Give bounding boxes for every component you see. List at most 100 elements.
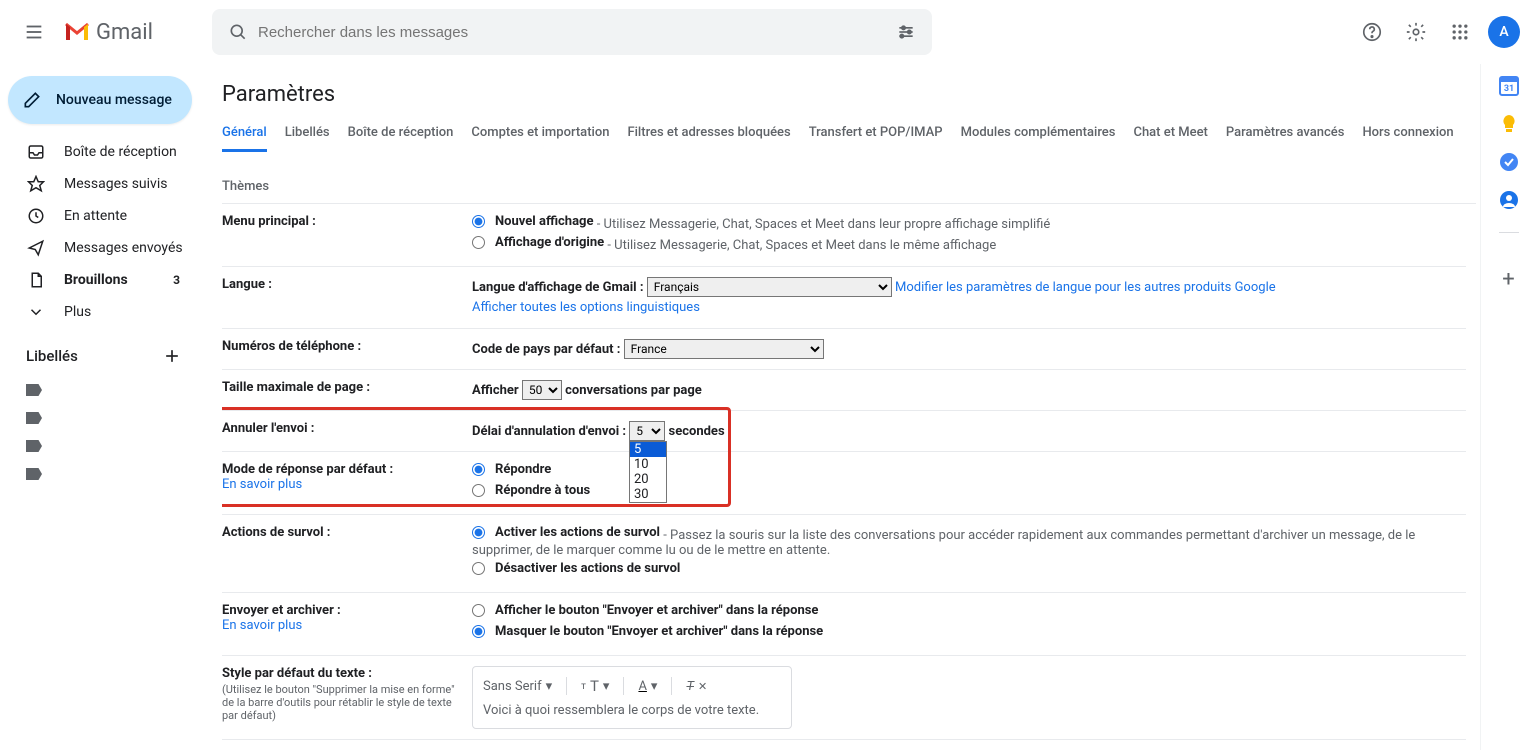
page-title: Paramètres	[222, 64, 1476, 115]
label-icon	[26, 468, 42, 480]
labels-header: Libellés	[26, 347, 78, 365]
svg-text:31: 31	[1503, 84, 1513, 94]
calendar-app-icon[interactable]: 31	[1499, 76, 1519, 96]
gmail-text: Gmail	[96, 20, 153, 45]
label-icon	[26, 384, 42, 396]
sidebar-item-clock[interactable]: En attente	[0, 200, 200, 232]
send-archive-more-link[interactable]: En savoir plus	[222, 618, 302, 633]
label-item[interactable]	[0, 376, 200, 404]
sidebar-item-send[interactable]: Messages envoyés	[0, 232, 200, 264]
undo-send-dropdown-open[interactable]: 5102030	[629, 441, 667, 503]
reply-radio[interactable]: Répondre	[472, 462, 551, 477]
settings-tab[interactable]: Libellés	[285, 115, 330, 151]
chevron-down-icon: ▾	[603, 679, 610, 694]
reply-all-radio[interactable]: Répondre à tous	[472, 483, 590, 498]
text-color-dropdown[interactable]: A ▾	[638, 679, 657, 694]
main-menu-orig-radio[interactable]: Affichage d'origine	[472, 235, 604, 250]
search-bar[interactable]	[212, 9, 932, 55]
sidebar-item-label: Messages suivis	[64, 176, 167, 192]
add-addon-button[interactable]: +	[1489, 259, 1529, 299]
keep-app-icon[interactable]	[1499, 114, 1519, 134]
row-key-page-size: Taille maximale de page :	[222, 380, 472, 400]
sidebar-item-label: Boîte de réception	[64, 144, 177, 160]
search-input[interactable]	[258, 24, 886, 41]
page-size-select[interactable]: 50	[522, 380, 562, 400]
side-panel: 31 +	[1480, 64, 1536, 750]
sidebar-item-inbox[interactable]: Boîte de réception	[0, 136, 200, 168]
sidebar-item-label: Plus	[64, 304, 91, 320]
chevron-down-icon: ▾	[546, 679, 553, 694]
compose-button[interactable]: Nouveau message	[8, 76, 192, 124]
language-all-options-link[interactable]: Afficher toutes les options linguistique…	[472, 300, 700, 315]
add-label-button[interactable]	[158, 342, 186, 370]
sidebar-item-star[interactable]: Messages suivis	[0, 168, 200, 200]
clock-icon	[26, 207, 46, 225]
row-key-language: Langue :	[222, 277, 472, 318]
clear-formatting-button[interactable]: T✕	[686, 679, 707, 694]
label-item[interactable]	[0, 404, 200, 432]
language-select[interactable]: Français	[647, 277, 892, 297]
hover-enable-radio[interactable]: Activer les actions de survol	[472, 525, 660, 540]
search-icon[interactable]	[218, 12, 258, 52]
reply-default-more-link[interactable]: En savoir plus	[222, 477, 302, 492]
row-key-main-menu: Menu principal :	[222, 214, 472, 256]
sidebar-item-label: En attente	[64, 208, 127, 224]
undo-send-option[interactable]: 10	[630, 457, 666, 472]
settings-tab[interactable]: Hors connexion	[1362, 115, 1453, 151]
pencil-icon	[22, 90, 42, 110]
undo-send-option[interactable]: 30	[630, 487, 666, 502]
main-menu-new-radio[interactable]: Nouvel affichage	[472, 214, 593, 229]
gmail-logo[interactable]: Gmail	[64, 20, 153, 45]
undo-send-option[interactable]: 5	[630, 442, 666, 457]
chevron-down-icon: ▾	[651, 679, 658, 694]
default-style-box: Sans Serif ▾ тT ▾ A ▾ T✕ Voici à quoi re…	[472, 666, 792, 729]
font-size-dropdown[interactable]: тT ▾	[581, 677, 609, 695]
label-icon	[26, 412, 42, 424]
undo-send-seconds-select[interactable]: 5	[629, 421, 665, 441]
settings-tab[interactable]: Transfert et POP/IMAP	[809, 115, 943, 151]
undo-send-option[interactable]: 20	[630, 472, 666, 487]
row-key-default-style: Style par défaut du texte : (Utilisez le…	[222, 666, 472, 729]
search-options-icon[interactable]	[886, 12, 926, 52]
help-icon[interactable]	[1352, 12, 1392, 52]
settings-tab[interactable]: Chat et Meet	[1133, 115, 1207, 151]
contacts-app-icon[interactable]	[1499, 190, 1519, 210]
settings-tab[interactable]: Boîte de réception	[348, 115, 454, 151]
phone-country-select[interactable]: France	[624, 339, 824, 359]
settings-tab[interactable]: Thèmes	[222, 169, 269, 203]
settings-panel: Paramètres Général Libellés Boîte de récep…	[200, 64, 1476, 742]
settings-tab[interactable]: Modules complémentaires	[961, 115, 1116, 151]
sidebar-item-count: 3	[173, 273, 180, 287]
sidebar-item-draft[interactable]: Brouillons 3	[0, 264, 200, 296]
settings-gear-icon[interactable]	[1396, 12, 1436, 52]
more-icon	[26, 303, 46, 321]
send-archive-show-radio[interactable]: Afficher le bouton "Envoyer et archiver"…	[472, 603, 818, 618]
tasks-app-icon[interactable]	[1499, 152, 1519, 172]
compose-label: Nouveau message	[56, 92, 172, 108]
label-item[interactable]	[0, 460, 200, 488]
settings-content[interactable]: Menu principal : Nouvel affichage - Util…	[222, 204, 1476, 742]
send-archive-hide-radio[interactable]: Masquer le bouton "Envoyer et archiver" …	[472, 624, 823, 639]
language-other-products-link[interactable]: Modifier les paramètres de langue pour l…	[895, 280, 1276, 295]
settings-tab[interactable]: Comptes et importation	[471, 115, 609, 151]
apps-grid-icon[interactable]	[1440, 12, 1480, 52]
account-avatar[interactable]: A	[1488, 16, 1520, 48]
sidebar-item-label: Brouillons	[64, 272, 128, 288]
font-family-dropdown[interactable]: Sans Serif ▾	[483, 679, 552, 694]
settings-tab[interactable]: Général	[222, 115, 267, 152]
style-sample-text: Voici à quoi ressemblera le corps de vot…	[483, 703, 781, 718]
star-icon	[26, 175, 46, 193]
settings-tabs: Général Libellés Boîte de réception Comptes…	[222, 115, 1476, 204]
row-key-undo-send: Annuler l'envoi :	[222, 421, 472, 441]
sidebar-item-more[interactable]: Plus	[0, 296, 200, 328]
hover-disable-radio[interactable]: Désactiver les actions de survol	[472, 561, 680, 576]
send-icon	[26, 239, 46, 257]
row-key-phone: Numéros de téléphone :	[222, 339, 472, 359]
label-icon	[26, 440, 42, 452]
label-item[interactable]	[0, 432, 200, 460]
settings-tab[interactable]: Filtres et adresses bloquées	[627, 115, 790, 151]
hamburger-menu[interactable]	[12, 10, 56, 54]
row-key-reply-default: Mode de réponse par défaut : En savoir p…	[222, 462, 472, 504]
settings-tab[interactable]: Paramètres avancés	[1226, 115, 1345, 151]
sidebar-item-label: Messages envoyés	[64, 240, 183, 256]
